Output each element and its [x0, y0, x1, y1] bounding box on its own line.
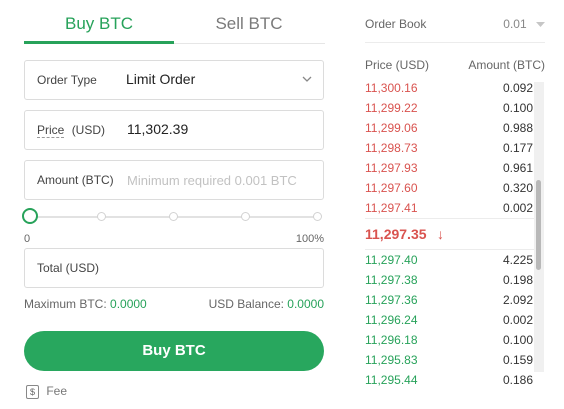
ask-row[interactable]: 11,297.60 0.320 [365, 178, 533, 198]
ask-amount: 0.177 [502, 141, 533, 155]
order-book-scrollbar[interactable] [534, 82, 544, 372]
bid-row[interactable]: 11,297.40 4.225 [365, 250, 533, 270]
slider-step-75[interactable] [241, 212, 250, 221]
ask-amount: 0.320 [502, 181, 533, 195]
slider-max-label: 100% [295, 233, 324, 245]
bid-price: 11,297.36 [365, 293, 418, 307]
bid-amount: 2.092 [502, 293, 533, 307]
bid-row[interactable]: 11,297.38 0.198 [365, 270, 533, 290]
buy-btc-button[interactable]: Buy BTC [24, 331, 324, 371]
price-unit: (USD) [71, 123, 106, 137]
ask-amount: 0.961 [502, 161, 533, 175]
price-value[interactable]: 11,302.39 [127, 121, 188, 137]
bid-amount: 0.100 [502, 333, 533, 347]
bid-row[interactable]: 11,297.36 2.092 [365, 290, 533, 310]
tab-sell-btc[interactable]: Sell BTC [174, 14, 324, 34]
bid-row[interactable]: 11,295.44 0.186 [365, 370, 533, 390]
ask-price: 11,298.73 [365, 141, 418, 155]
tab-buy-btc[interactable]: Buy BTC [24, 14, 174, 34]
fee-link[interactable]: $ Fee [26, 384, 67, 400]
usd-balance-value: 0.0000 [287, 297, 324, 311]
ask-price: 11,299.22 [365, 101, 418, 115]
bid-price: 11,297.40 [365, 253, 418, 267]
order-type-select[interactable]: Order Type Limit Order [24, 60, 324, 100]
amount-slider[interactable] [22, 208, 324, 228]
bid-row[interactable]: 11,296.18 0.100 [365, 330, 533, 350]
total-label: Total (USD) [37, 261, 100, 275]
ask-price: 11,300.16 [365, 81, 418, 95]
ask-row[interactable]: 11,297.41 0.002 [365, 198, 533, 218]
trade-tabs: Buy BTC Sell BTC [24, 0, 325, 44]
ask-row[interactable]: 11,299.06 0.988 [365, 118, 533, 138]
trade-panel: Buy BTC Sell BTC Order Type Limit Order … [22, 0, 325, 409]
ask-amount: 0.092 [502, 81, 533, 95]
slider-step-25[interactable] [97, 212, 106, 221]
order-book-title: Order Book [365, 17, 427, 31]
amount-placeholder[interactable]: Minimum required 0.001 BTC [127, 173, 297, 188]
arrow-down-icon: ↓ [437, 226, 444, 242]
order-type-label: Order Type [37, 73, 97, 87]
order-book: Order Book 0.01 Price (USD) Amount (BTC)… [365, 0, 545, 409]
usd-balance-label: USD Balance: [208, 297, 284, 311]
slider-min-label: 0 [24, 233, 31, 245]
last-price-row: 11,297.35 ↓ [365, 218, 537, 250]
last-price: 11,297.35 [365, 226, 427, 242]
dollar-icon: $ [26, 384, 39, 399]
fee-label: Fee [46, 384, 68, 398]
max-btc-value: 0.0000 [110, 297, 147, 311]
max-btc: Maximum BTC: 0.0000 [24, 297, 147, 311]
active-tab-indicator [24, 41, 174, 44]
bid-price: 11,295.83 [365, 353, 418, 367]
col-header-amount: Amount (BTC) [468, 58, 545, 72]
bid-price: 11,296.24 [365, 313, 418, 327]
ask-row[interactable]: 11,299.22 0.100 [365, 98, 533, 118]
bid-amount: 4.225 [502, 253, 533, 267]
ask-price: 11,297.41 [365, 201, 418, 215]
ask-row[interactable]: 11,297.93 0.961 [365, 158, 533, 178]
chevron-down-icon [302, 76, 312, 82]
slider-handle[interactable] [22, 208, 38, 224]
order-book-divider [365, 42, 545, 43]
max-btc-label: Maximum BTC: [24, 297, 107, 311]
usd-balance: USD Balance: 0.0000 [209, 297, 324, 311]
order-book-header: Order Book 0.01 [365, 17, 545, 31]
bid-amount: 0.198 [502, 273, 533, 287]
slider-step-50[interactable] [169, 212, 178, 221]
col-header-price: Price (USD) [365, 58, 430, 72]
price-label-text: Price [37, 123, 65, 138]
slider-step-100[interactable] [313, 212, 322, 221]
amount-label: Amount (BTC) [37, 173, 114, 187]
ask-price: 11,297.60 [365, 181, 418, 195]
ask-row[interactable]: 11,298.73 0.177 [365, 138, 533, 158]
caret-down-icon [536, 21, 545, 27]
ask-row[interactable]: 11,300.16 0.092 [365, 78, 533, 98]
bid-price: 11,296.18 [365, 333, 418, 347]
bid-row[interactable]: 11,295.83 0.159 [365, 350, 533, 370]
bid-row[interactable]: 11,296.24 0.002 [365, 310, 533, 330]
precision-value: 0.01 [503, 17, 527, 31]
scrollbar-thumb[interactable] [536, 180, 541, 270]
precision-select[interactable]: 0.01 [503, 17, 545, 31]
price-label: Price (USD) [37, 123, 106, 138]
amount-field[interactable]: Amount (BTC) Minimum required 0.001 BTC [24, 160, 324, 200]
price-field[interactable]: Price (USD) 11,302.39 [24, 110, 324, 150]
bid-price: 11,297.38 [365, 273, 418, 287]
total-field[interactable]: Total (USD) [24, 248, 324, 288]
bid-amount: 0.002 [502, 313, 533, 327]
bid-amount: 0.186 [502, 373, 533, 387]
ask-amount: 0.988 [502, 121, 533, 135]
ask-price: 11,297.93 [365, 161, 418, 175]
ask-amount: 0.002 [502, 201, 533, 215]
bid-amount: 0.159 [502, 353, 533, 367]
order-type-value: Limit Order [126, 71, 196, 87]
ask-amount: 0.100 [502, 101, 533, 115]
ask-price: 11,299.06 [365, 121, 418, 135]
bid-price: 11,295.44 [365, 373, 418, 387]
order-book-rows: 11,300.16 0.092 11,299.22 0.100 11,299.06 0.9… [365, 78, 537, 390]
